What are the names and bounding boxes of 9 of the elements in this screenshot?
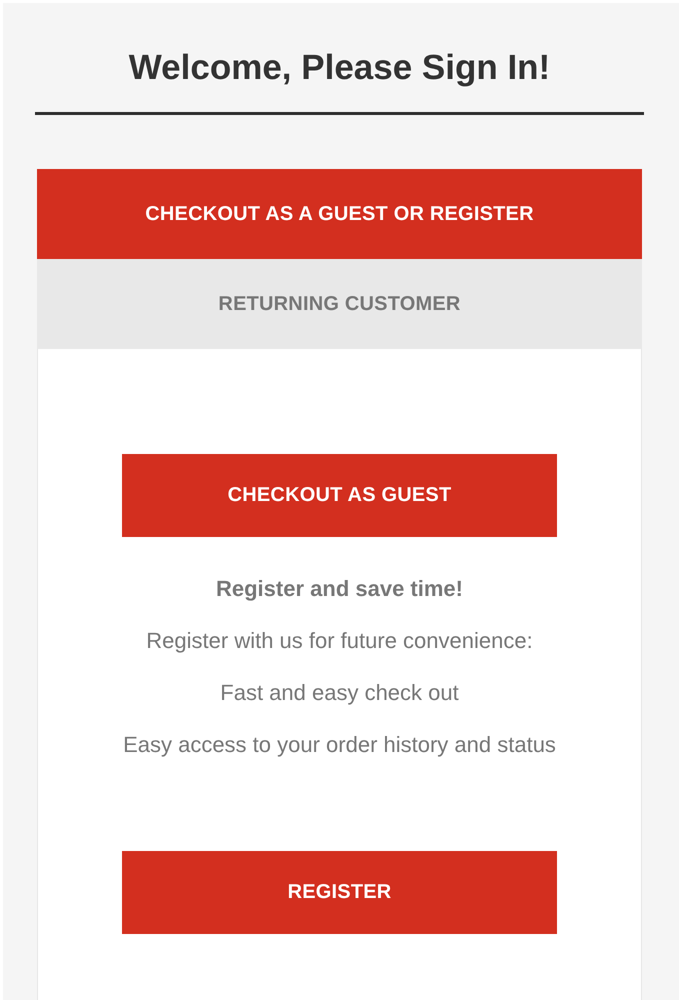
tab[interactable]: RETURNING CUSTOMER xyxy=(37,259,642,349)
tab[interactable]: CHECKOUT AS A GUEST OR REGISTER xyxy=(37,169,642,259)
page-title: Welcome, Please Sign In! xyxy=(128,47,552,89)
info-text: Fast and easy check out xyxy=(219,679,460,707)
section-heading: Register and save time! xyxy=(216,575,463,603)
info-text: Register with us for future convenience: xyxy=(145,627,534,655)
register-button[interactable]: REGISTER xyxy=(122,851,557,934)
checkout-as-guest-button[interactable]: CHECKOUT AS GUEST xyxy=(122,454,557,537)
info-text: Easy access to your order history and status xyxy=(123,731,556,759)
